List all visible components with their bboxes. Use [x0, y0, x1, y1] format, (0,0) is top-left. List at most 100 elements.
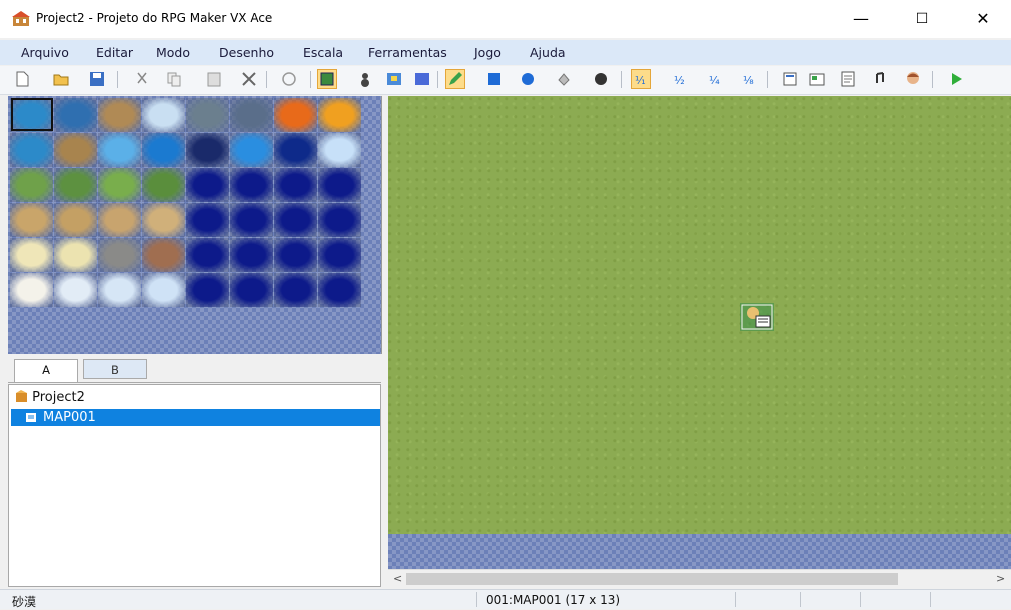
playtest-icon[interactable] — [947, 70, 965, 88]
database-icon[interactable] — [781, 70, 799, 88]
deep-water-tile-2[interactable] — [54, 133, 97, 167]
fill-preview-icon[interactable] — [413, 70, 431, 88]
scroll-left-arrow[interactable]: < — [393, 572, 402, 585]
scale-1-4-icon[interactable]: ¹⁄₄ — [707, 70, 725, 88]
dirt-tile-2[interactable] — [54, 203, 97, 237]
tab-a[interactable]: A — [14, 359, 78, 382]
grass-tile-4[interactable] — [142, 168, 185, 202]
sand-tile-6[interactable] — [230, 238, 273, 272]
snow-tile-2[interactable] — [54, 273, 97, 307]
deep-water-tile-5[interactable] — [186, 133, 229, 167]
snow-tile-3[interactable] — [98, 273, 141, 307]
scroll-right-arrow[interactable]: > — [996, 572, 1005, 585]
dirt-tile-4[interactable] — [142, 203, 185, 237]
region-icon[interactable] — [385, 70, 403, 88]
close-button[interactable]: ✕ — [960, 6, 1006, 32]
map-horizontal-scrollbar[interactable]: < > — [388, 569, 1011, 588]
sand-tile-8[interactable] — [318, 238, 361, 272]
paste-icon[interactable] — [205, 70, 223, 88]
water-tile-3[interactable] — [98, 98, 141, 132]
water-tile-8[interactable] — [318, 98, 361, 132]
water-tile-6[interactable] — [230, 98, 273, 132]
map-canvas[interactable] — [388, 96, 1011, 569]
grass-tile-3[interactable] — [98, 168, 141, 202]
deep-water-tile-4[interactable] — [142, 133, 185, 167]
menu-ferramentas[interactable]: Ferramentas — [368, 45, 447, 60]
water-tile-4[interactable] — [142, 98, 185, 132]
character-generator-icon[interactable] — [904, 70, 922, 88]
cut-icon[interactable] — [133, 70, 151, 88]
event-layer-icon[interactable] — [356, 70, 374, 88]
menu-bar: Arquivo Editar Modo Desenho Escala Ferra… — [0, 40, 1011, 65]
water-tile-2[interactable] — [54, 98, 97, 132]
undo-icon[interactable] — [280, 70, 298, 88]
menu-editar[interactable]: Editar — [96, 45, 133, 60]
grass-tile-1[interactable] — [10, 168, 53, 202]
shadow-pen-icon[interactable] — [592, 70, 610, 88]
dirt-tile-7[interactable] — [274, 203, 317, 237]
tree-root-project[interactable]: Project2 — [15, 390, 85, 405]
open-project-icon[interactable] — [52, 70, 70, 88]
deep-water-tile-6[interactable] — [230, 133, 273, 167]
sand-tile-5[interactable] — [186, 238, 229, 272]
deep-water-tile-7[interactable] — [274, 133, 317, 167]
scale-1-2-icon[interactable]: ¹⁄₂ — [672, 70, 690, 88]
menu-arquivo[interactable]: Arquivo — [21, 45, 69, 60]
menu-ajuda[interactable]: Ajuda — [530, 45, 566, 60]
dirt-tile-1[interactable] — [10, 203, 53, 237]
snow-tile-8[interactable] — [318, 273, 361, 307]
ellipse-icon[interactable] — [519, 70, 537, 88]
tree-item-map001[interactable]: MAP001 — [11, 409, 380, 426]
sound-test-icon[interactable] — [871, 70, 889, 88]
grass-tile-6[interactable] — [230, 168, 273, 202]
resource-manager-icon[interactable] — [808, 70, 826, 88]
grass-tile-8[interactable] — [318, 168, 361, 202]
map-grass-area[interactable] — [388, 96, 1011, 534]
rectangle-icon[interactable] — [485, 70, 503, 88]
scale-1-1-icon[interactable]: ¹⁄₁ — [631, 69, 651, 89]
dirt-tile-5[interactable] — [186, 203, 229, 237]
menu-modo[interactable]: Modo — [156, 45, 190, 60]
tab-b[interactable]: B — [83, 359, 147, 379]
new-project-icon[interactable] — [13, 70, 31, 88]
toolbar: ¹⁄₁ ¹⁄₂ ¹⁄₄ ¹⁄₈ — [0, 66, 1011, 95]
deep-water-tile-1[interactable] — [10, 133, 53, 167]
deep-water-tile-8[interactable] — [318, 133, 361, 167]
scale-1-8-icon[interactable]: ¹⁄₈ — [741, 70, 759, 88]
deep-water-tile-3[interactable] — [98, 133, 141, 167]
delete-icon[interactable] — [240, 70, 258, 88]
menu-desenho[interactable]: Desenho — [219, 45, 274, 60]
sand-tile-2[interactable] — [54, 238, 97, 272]
script-editor-icon[interactable] — [839, 70, 857, 88]
snow-tile-6[interactable] — [230, 273, 273, 307]
grass-tile-2[interactable] — [54, 168, 97, 202]
copy-icon[interactable] — [165, 70, 183, 88]
dirt-tile-3[interactable] — [98, 203, 141, 237]
snow-tile-5[interactable] — [186, 273, 229, 307]
save-project-icon[interactable] — [88, 70, 106, 88]
dirt-tile-8[interactable] — [318, 203, 361, 237]
maximize-button[interactable]: ☐ — [899, 6, 945, 32]
pencil-icon[interactable] — [445, 69, 465, 89]
scroll-thumb[interactable] — [406, 573, 898, 585]
snow-tile-4[interactable] — [142, 273, 185, 307]
sand-tile-1[interactable] — [10, 238, 53, 272]
water-tile-5[interactable] — [186, 98, 229, 132]
water-tile-7[interactable] — [274, 98, 317, 132]
snow-tile-1[interactable] — [10, 273, 53, 307]
grass-tile-5[interactable] — [186, 168, 229, 202]
grass-tile-7[interactable] — [274, 168, 317, 202]
menu-escala[interactable]: Escala — [303, 45, 343, 60]
dirt-tile-6[interactable] — [230, 203, 273, 237]
snow-tile-7[interactable] — [274, 273, 317, 307]
tileset-palette[interactable] — [8, 96, 382, 354]
player-start-icon[interactable] — [740, 303, 774, 331]
sand-tile-4[interactable] — [142, 238, 185, 272]
sand-tile-3[interactable] — [98, 238, 141, 272]
sand-tile-7[interactable] — [274, 238, 317, 272]
menu-jogo[interactable]: Jogo — [474, 45, 501, 60]
fill-icon[interactable] — [555, 70, 573, 88]
minimize-button[interactable]: — — [838, 6, 884, 32]
project-box-icon — [16, 390, 27, 402]
map-layer-icon[interactable] — [317, 69, 337, 89]
